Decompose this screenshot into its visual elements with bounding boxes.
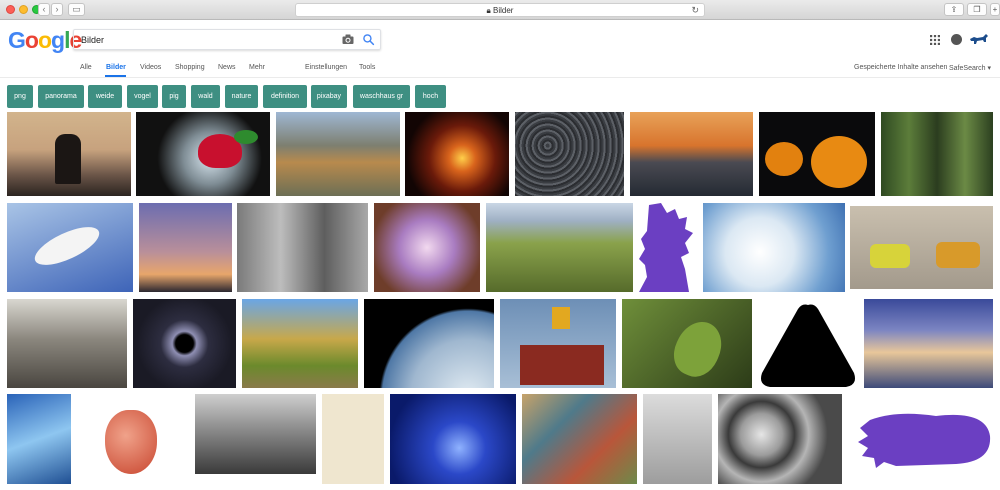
camera-icon[interactable] [342,34,354,45]
chip-vogel[interactable]: vogel [127,85,158,108]
chevron-left-icon: ‹ [42,4,46,14]
tab-videos[interactable]: Videos [140,64,161,71]
tab-alle[interactable]: Alle [80,64,92,71]
google-logo[interactable]: Google [8,27,82,54]
chevron-right-icon: › [55,4,59,14]
image-result-mountain-lake[interactable] [276,112,400,196]
image-result-ocean-sunset[interactable] [630,112,753,196]
image-result-purple-silhouette[interactable] [639,203,697,292]
image-result-forest[interactable] [881,112,993,196]
chip-waschhaus-gr[interactable]: waschhaus gr [353,85,410,108]
search-input[interactable]: Bilder [81,35,104,45]
image-result-clock-flowers[interactable] [374,203,480,292]
plus-icon: + [992,5,998,14]
image-result-historic-group-photo[interactable] [195,394,316,474]
image-result-purple-shape[interactable] [856,410,993,470]
browser-titlebar: ‹ › ▭ 🔒︎ Bilder ↻ ⇪ ❐ + [0,0,1000,20]
chip-weide[interactable]: weide [88,85,122,108]
image-result-building-facade[interactable] [643,394,712,484]
search-box[interactable]: Bilder [73,29,381,50]
image-result-dusk-mountain[interactable] [139,203,232,292]
tab-mehr[interactable]: Mehr [249,64,265,71]
silhouette-shape [639,203,693,292]
new-tab-button[interactable]: + [990,3,1000,16]
reload-icon[interactable]: ↻ [691,4,699,17]
image-result-bird-illustration[interactable] [322,394,384,484]
chip-panorama[interactable]: panorama [38,85,84,108]
image-result-heart-anatomy[interactable] [77,394,189,484]
sidebar-toggle-button[interactable]: ▭ [68,3,85,16]
image-result-halloween-pumpkins[interactable] [759,112,875,196]
image-result-earth-clouds[interactable] [364,299,494,388]
image-result-white-bird[interactable] [7,203,133,292]
lock-icon: 🔒︎ [486,6,491,15]
active-tab-indicator [105,75,126,77]
image-result-birch-trees[interactable] [242,299,358,388]
image-result-black-hole[interactable] [133,299,236,388]
image-result-blue-landscape[interactable] [7,394,71,484]
image-result-pollen-microscope[interactable] [718,394,842,484]
saved-content-link[interactable]: Gespeicherte Inhalte ansehen [854,64,947,71]
image-result-black-triangle[interactable] [758,299,858,388]
chip-hoch[interactable]: hoch [415,85,446,108]
image-result-christmas-tree[interactable] [390,394,516,484]
image-result-green-valley[interactable] [486,203,633,292]
chip-wald[interactable]: wald [191,85,220,108]
chip-definition[interactable]: definition [263,85,307,108]
rounded-triangle-shape [761,304,855,387]
image-result-green-fig[interactable] [622,299,752,388]
back-button[interactable]: ‹ [38,3,50,16]
share-icon: ⇪ [950,5,958,14]
close-window-button[interactable] [6,5,15,14]
chip-nature[interactable]: nature [225,85,258,108]
apps-grid-icon[interactable] [930,35,940,45]
image-result-toy-cars[interactable] [850,206,993,289]
image-result-old-courtyard[interactable] [237,203,368,292]
tab-einstellungen[interactable]: Einstellungen [305,64,347,71]
image-result-vintage-illustration[interactable] [522,394,637,484]
tabs-icon: ❐ [973,5,981,14]
address-bar[interactable]: 🔒︎ Bilder ↻ [295,3,705,17]
forward-button[interactable]: › [51,3,63,16]
image-result-granite-texture[interactable] [515,112,624,196]
tabs-overview-button[interactable]: ❐ [967,3,987,16]
image-result-snow-splash[interactable] [703,203,845,292]
image-result-palm-sunset[interactable] [864,299,993,388]
safesearch-menu[interactable]: SafeSearch ▾ [949,64,991,72]
image-result-dortmunder-u[interactable] [500,299,616,388]
tab-shopping[interactable]: Shopping [175,64,205,71]
image-result-strawberry-splash[interactable] [136,112,270,196]
image-result-mountain-man[interactable] [7,112,131,196]
purple-blob-shape [858,413,991,468]
tab-bilder[interactable]: Bilder [106,64,126,71]
account-avatar-dog-icon[interactable] [969,33,989,45]
search-icon[interactable] [362,33,375,46]
image-result-fire-orb[interactable] [405,112,509,196]
tab-news[interactable]: News [218,64,236,71]
chip-pixabay[interactable]: pixabay [311,85,347,108]
chip-pig[interactable]: pig [162,85,186,108]
sidebar-icon: ▭ [72,4,81,14]
tab-tools[interactable]: Tools [359,64,375,71]
search-tabs: Alle Bilder Videos Shopping News Mehr Ei… [0,60,1000,78]
notifications-icon[interactable] [951,34,962,45]
address-text: Bilder [493,6,514,15]
image-result-train-station[interactable] [7,299,127,388]
share-button[interactable]: ⇪ [944,3,964,16]
chip-png[interactable]: png [7,85,33,108]
minimize-window-button[interactable] [19,5,28,14]
